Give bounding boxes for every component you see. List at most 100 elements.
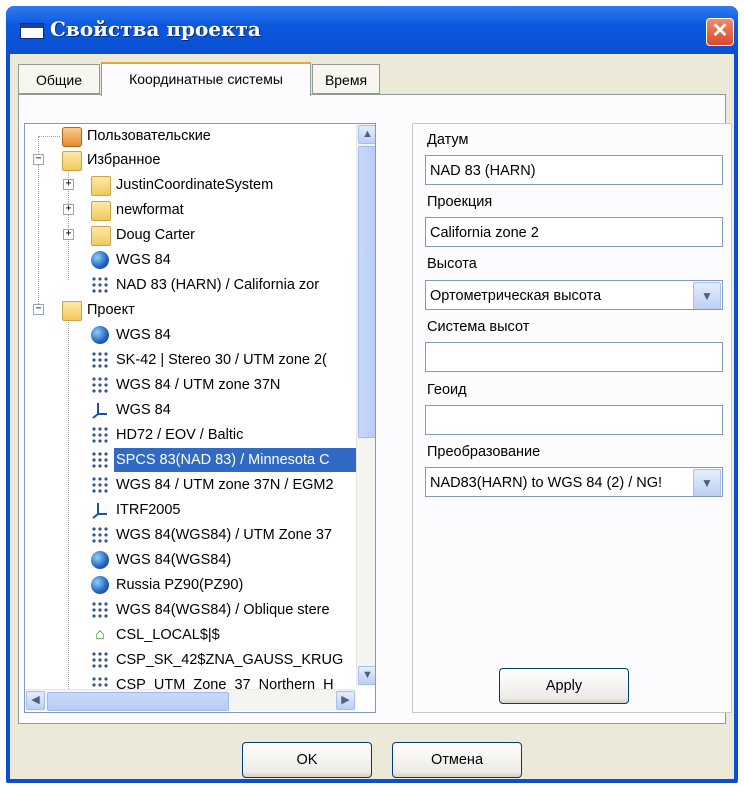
- height-select-value: Ортометрическая высота: [430, 288, 602, 304]
- tree-node-wgs84-fav[interactable]: WGS 84: [25, 248, 370, 272]
- tab-time[interactable]: Время: [312, 64, 380, 94]
- tree-node-hd72[interactable]: HD72 / EOV / Baltic: [25, 423, 370, 447]
- window-icon: [20, 23, 44, 39]
- tree-node-label: WGS 84(WGS84): [116, 552, 232, 568]
- dialog-window: Свойства проекта ✕ Общие Координатные си…: [6, 6, 738, 783]
- close-button[interactable]: ✕: [706, 18, 734, 46]
- expand-toggle[interactable]: +: [63, 229, 74, 240]
- folder-icon: [62, 151, 82, 171]
- collapse-toggle[interactable]: −: [33, 304, 44, 315]
- folder-icon: [91, 226, 111, 246]
- datum-field[interactable]: NAD 83 (HARN): [425, 155, 723, 185]
- properties-panel: Датум NAD 83 (HARN) Проекция California …: [412, 123, 732, 713]
- scroll-left-button[interactable]: ◀: [26, 691, 45, 710]
- tree-node-wgs84-utm-zone37[interactable]: WGS 84(WGS84) / UTM Zone 37: [25, 523, 370, 547]
- coordinate-system-tree[interactable]: Пользовательские − Избранное + JustinCoo…: [24, 123, 376, 713]
- axis-icon: [92, 403, 107, 419]
- globe-icon: [91, 251, 109, 269]
- tree-node-label: CSL_LOCAL$|$: [116, 627, 220, 643]
- tree-node-csl-local[interactable]: ⌂ CSL_LOCAL$|$: [25, 623, 370, 647]
- grid-projection-icon: [91, 451, 109, 469]
- tree-node-label: Пользовательские: [87, 128, 211, 144]
- tree-node-wgs84-wgs84[interactable]: WGS 84(WGS84): [25, 548, 370, 572]
- projection-label: Проекция: [427, 194, 493, 210]
- tree-node-label: WGS 84(WGS84) / UTM Zone 37: [116, 527, 332, 543]
- tree-node-label: JustinCoordinateSystem: [116, 177, 274, 193]
- tree-node-sk42[interactable]: SK-42 | Stereo 30 / UTM zone 2(: [25, 348, 370, 372]
- globe-icon: [91, 326, 109, 344]
- tree-node-nad83-california[interactable]: NAD 83 (HARN) / California zor: [25, 273, 370, 297]
- geoid-field[interactable]: [425, 405, 723, 435]
- tree-node-wgs84[interactable]: WGS 84: [25, 323, 370, 347]
- expand-toggle[interactable]: +: [63, 179, 74, 190]
- tree-node-russia-pz90[interactable]: Russia PZ90(PZ90): [25, 573, 370, 597]
- transformation-select-value: NAD83(HARN) to WGS 84 (2) / NG!: [430, 475, 663, 491]
- scroll-down-button[interactable]: ▼: [358, 666, 375, 685]
- tree-node-project[interactable]: − Проект: [25, 298, 370, 322]
- tree-node-label: SK-42 | Stereo 30 / UTM zone 2(: [116, 352, 327, 368]
- tree-node-label: CSP_UTM_Zone_37_Northern_H: [116, 677, 334, 689]
- tree-node-csp-sk42[interactable]: CSP_SK_42$ZNA_GAUSS_KRUG: [25, 648, 370, 672]
- expand-toggle[interactable]: +: [63, 204, 74, 215]
- geoid-label: Геоид: [427, 382, 467, 398]
- tree-node-wgs84-utm37n[interactable]: WGS 84 / UTM zone 37N: [25, 373, 370, 397]
- title-bar[interactable]: Свойства проекта ✕: [6, 6, 738, 54]
- vertical-scrollbar[interactable]: ▲ ▼: [356, 124, 375, 686]
- tree-node-label: ITRF2005: [116, 502, 181, 518]
- tree-node-newformat[interactable]: + newformat: [25, 198, 370, 222]
- tree-node-oblique-stereo[interactable]: WGS 84(WGS84) / Oblique stere: [25, 598, 370, 622]
- grid-projection-icon: [91, 426, 109, 444]
- horizontal-scroll-thumb[interactable]: [47, 692, 229, 711]
- ok-button[interactable]: OK: [242, 742, 372, 778]
- tree-node-wgs84-utm37n-egm[interactable]: WGS 84 / UTM zone 37N / EGM2: [25, 473, 370, 497]
- grid-projection-icon: [91, 526, 109, 544]
- grid-projection-icon: [91, 601, 109, 619]
- tree-node-csp-utm[interactable]: CSP_UTM_Zone_37_Northern_H: [25, 673, 370, 689]
- apply-button[interactable]: Apply: [499, 668, 629, 704]
- height-system-label: Система высот: [427, 319, 530, 335]
- vertical-scroll-thumb[interactable]: [358, 146, 375, 438]
- grid-projection-icon: [91, 376, 109, 394]
- globe-icon: [91, 551, 109, 569]
- tree-node-doug-carter[interactable]: + Doug Carter: [25, 223, 370, 247]
- grid-projection-icon: [91, 651, 109, 669]
- tree-node-itrf2005[interactable]: ITRF2005: [25, 498, 370, 522]
- tree-node-favorites[interactable]: − Избранное: [25, 148, 370, 172]
- tree-node-label: HD72 / EOV / Baltic: [116, 427, 244, 443]
- projection-field[interactable]: California zone 2: [425, 217, 723, 247]
- datum-label: Датум: [427, 132, 469, 148]
- tab-coordinate-systems[interactable]: Координатные системы: [101, 62, 311, 96]
- chevron-down-icon[interactable]: ▼: [693, 282, 721, 309]
- scroll-up-button[interactable]: ▲: [358, 125, 375, 144]
- scroll-right-button[interactable]: ▶: [336, 691, 355, 710]
- user-folder-icon: [62, 127, 82, 147]
- tree-node-label: Doug Carter: [116, 227, 195, 243]
- folder-icon: [91, 201, 111, 221]
- globe-icon: [91, 576, 109, 594]
- grid-projection-icon: [91, 276, 109, 294]
- window-title: Свойства проекта: [50, 17, 261, 41]
- folder-icon: [91, 176, 111, 196]
- horizontal-scrollbar[interactable]: ◀ ▶: [25, 689, 356, 711]
- height-system-field[interactable]: [425, 342, 723, 372]
- grid-projection-icon: [91, 676, 109, 689]
- tab-general[interactable]: Общие: [18, 64, 100, 94]
- tree-node-wgs84-geocentric[interactable]: WGS 84: [25, 398, 370, 422]
- tree-node-label: NAD 83 (HARN) / California zor: [116, 277, 320, 293]
- tree-node-label: WGS 84(WGS84) / Oblique stere: [116, 602, 330, 618]
- transformation-select[interactable]: NAD83(HARN) to WGS 84 (2) / NG! ▼: [425, 467, 723, 497]
- tree-node-label: WGS 84 / UTM zone 37N: [116, 377, 281, 393]
- tree-node-justin[interactable]: + JustinCoordinateSystem: [25, 173, 370, 197]
- tree-node-label: WGS 84: [116, 402, 171, 418]
- cancel-button[interactable]: Отмена: [392, 742, 522, 778]
- dialog-client-area: Общие Координатные системы Время Пользов…: [10, 54, 734, 779]
- collapse-toggle[interactable]: −: [33, 154, 44, 165]
- house-icon: ⌂: [95, 626, 105, 643]
- tree-node-user[interactable]: Пользовательские: [25, 124, 370, 148]
- axis-icon: [92, 503, 107, 519]
- height-select[interactable]: Ортометрическая высота ▼: [425, 280, 723, 310]
- tree-connector: [38, 136, 60, 137]
- chevron-down-icon[interactable]: ▼: [693, 469, 721, 496]
- height-label: Высота: [427, 256, 477, 272]
- tree-node-spcs83-minnesota[interactable]: SPCS 83(NAD 83) / Minnesota C: [25, 448, 370, 472]
